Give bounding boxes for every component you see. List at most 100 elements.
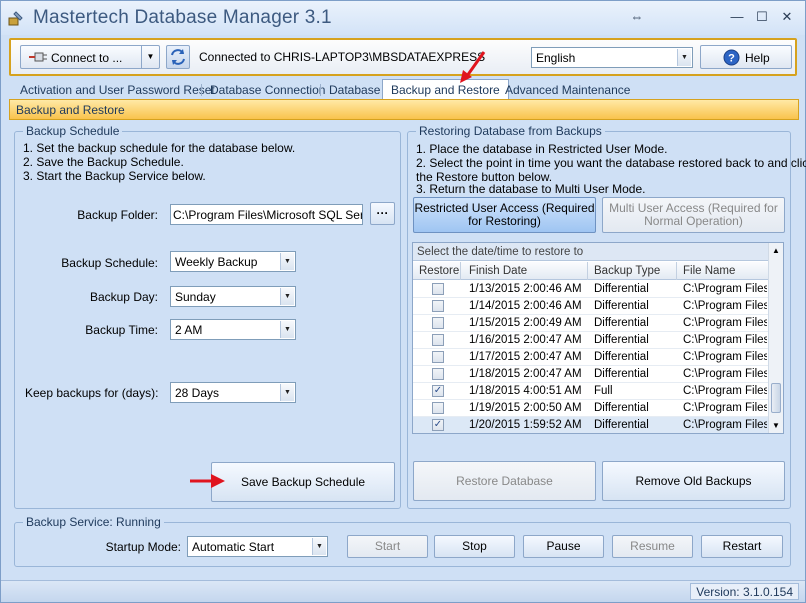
backup-service-title: Backup Service: Running [23, 515, 164, 529]
pause-button[interactable]: Pause [523, 535, 604, 558]
column-backup-type[interactable]: Backup Type [594, 265, 660, 277]
tab-database[interactable]: Database [329, 81, 380, 99]
instruction-line: 3. Start the Backup Service below. [23, 169, 206, 183]
table-row[interactable]: ✓ 1/18/2015 4:00:51 AM Full C:\Program File… [413, 383, 769, 400]
help-button[interactable]: ? Help [700, 45, 792, 69]
restore-instruction: 2. Select the point in time you want the… [416, 156, 806, 170]
annotation-arrow-icon [460, 51, 486, 83]
restore-checkbox[interactable] [432, 368, 444, 380]
section-title: Backup and Restore [16, 103, 125, 117]
multi-user-access-button[interactable]: Multi User Access (Required for Normal O… [602, 197, 785, 233]
keep-backups-select[interactable]: 28 Days ▼ [170, 382, 296, 403]
start-button[interactable]: Start [347, 535, 428, 558]
maximize-button[interactable]: ☐ [752, 8, 772, 26]
restore-checkbox[interactable] [432, 334, 444, 346]
tab-advanced-maintenance[interactable]: Advanced Maintenance [505, 81, 630, 99]
finish-date-cell: 1/15/2015 2:00:49 AM [469, 317, 582, 329]
remove-old-backups-button[interactable]: Remove Old Backups [602, 461, 785, 501]
chevron-down-icon[interactable]: ▼ [280, 288, 294, 305]
instruction-line: 2. Save the Backup Schedule. [23, 155, 184, 169]
backup-schedule-group: Backup Schedule 1. Set the backup schedu… [14, 124, 401, 509]
file-name-cell: C:\Program Files\ [683, 402, 767, 414]
column-file-name[interactable]: File Name [683, 265, 735, 277]
backup-schedule-label: Backup Schedule: [61, 256, 158, 270]
restore-checkbox[interactable] [432, 317, 444, 329]
chevron-down-icon[interactable]: ▼ [280, 321, 294, 338]
finish-date-cell: 1/19/2015 2:00:50 AM [469, 402, 582, 414]
backup-time-value: 2 AM [175, 323, 203, 337]
scroll-thumb[interactable] [771, 383, 781, 413]
refresh-icon [171, 49, 185, 65]
file-name-cell: C:\Program Files\ [683, 317, 767, 329]
refresh-button[interactable] [166, 45, 190, 69]
backup-type-cell: Differential [594, 283, 649, 295]
restore-title: Restoring Database from Backups [416, 124, 605, 138]
save-backup-schedule-button[interactable]: Save Backup Schedule [211, 462, 395, 502]
backup-type-cell: Differential [594, 419, 649, 431]
backup-schedule-select[interactable]: Weekly Backup ▼ [170, 251, 296, 272]
grid-scrollbar[interactable]: ▲ ▼ [768, 243, 783, 433]
connection-status: Connected to CHRIS-LAPTOP3\MBSDATAEXPRES… [199, 50, 486, 64]
chevron-down-icon[interactable]: ▼ [677, 49, 691, 66]
backup-type-cell: Differential [594, 402, 649, 414]
tab-backup-restore[interactable]: Backup and Restore [382, 79, 509, 99]
restore-checkbox[interactable] [432, 402, 444, 414]
backup-folder-label: Backup Folder: [77, 208, 158, 222]
restore-checkbox[interactable]: ✓ [432, 419, 444, 431]
backup-time-select[interactable]: 2 AM ▼ [170, 319, 296, 340]
startup-mode-select[interactable]: Automatic Start ▼ [187, 536, 328, 557]
window-title: Mastertech Database Manager 3.1 [33, 7, 332, 28]
chevron-down-icon[interactable]: ▼ [280, 384, 294, 401]
restore-database-button[interactable]: Restore Database [413, 461, 596, 501]
table-row[interactable]: 1/14/2015 2:00:46 AM Differential C:\Progr… [413, 298, 769, 315]
resize-icon[interactable]: ⇔ [627, 8, 647, 26]
language-select[interactable]: English ▼ [531, 47, 693, 68]
app-icon [8, 11, 23, 26]
scroll-down-icon[interactable]: ▼ [772, 421, 780, 430]
grid-group-header: Select the date/time to restore to [413, 243, 769, 261]
table-row[interactable]: 1/15/2015 2:00:49 AM Differential C:\Progr… [413, 315, 769, 332]
finish-date-cell: 1/18/2015 2:00:47 AM [469, 368, 582, 380]
column-restore[interactable]: Restore [419, 265, 459, 277]
tab-separator [320, 84, 321, 96]
restricted-user-access-button[interactable]: Restricted User Access (Required for Res… [413, 197, 596, 233]
restore-points-grid[interactable]: Select the date/time to restore to Resto… [412, 242, 784, 434]
title-bar: Mastertech Database Manager 3.1 ⇔ — ☐ ✕ [1, 1, 805, 35]
restore-checkbox[interactable] [432, 351, 444, 363]
backup-folder-input[interactable]: C:\Program Files\Microsoft SQL Server\ [170, 204, 363, 225]
browse-button[interactable]: ··· [370, 202, 395, 225]
connect-button[interactable]: Connect to ... ▼ [20, 45, 160, 69]
restore-checkbox[interactable] [432, 300, 444, 312]
restore-checkbox[interactable] [432, 283, 444, 295]
minimize-button[interactable]: — [727, 8, 747, 26]
backup-type-cell: Full [594, 385, 613, 397]
table-row[interactable]: 1/13/2015 2:00:46 AM Differential C:\Progr… [413, 281, 769, 298]
startup-mode-value: Automatic Start [192, 540, 275, 554]
backup-schedule-title: Backup Schedule [23, 124, 123, 138]
toolbar: Connect to ... ▼ Connected to CHRIS-LAPT… [9, 38, 797, 76]
backup-type-cell: Differential [594, 351, 649, 363]
restart-button[interactable]: Restart [701, 535, 783, 558]
chevron-down-icon[interactable]: ▼ [280, 253, 294, 270]
chevron-down-icon[interactable]: ▼ [312, 538, 326, 555]
restore-checkbox[interactable]: ✓ [432, 385, 444, 397]
table-row[interactable]: 1/18/2015 2:00:47 AM Differential C:\Progr… [413, 366, 769, 383]
close-button[interactable]: ✕ [777, 8, 797, 26]
backup-type-cell: Differential [594, 334, 649, 346]
backup-day-select[interactable]: Sunday ▼ [170, 286, 296, 307]
scroll-up-icon[interactable]: ▲ [772, 246, 780, 255]
table-row[interactable]: 1/19/2015 2:00:50 AM Differential C:\Progr… [413, 400, 769, 417]
column-separator [587, 262, 588, 280]
column-finish-date[interactable]: Finish Date [469, 265, 527, 277]
backup-type-cell: Differential [594, 368, 649, 380]
chevron-down-icon[interactable]: ▼ [141, 46, 159, 68]
table-row[interactable]: 1/16/2015 2:00:47 AM Differential C:\Progr… [413, 332, 769, 349]
finish-date-cell: 1/14/2015 2:00:46 AM [469, 300, 582, 312]
stop-button[interactable]: Stop [434, 535, 515, 558]
tab-database-connection[interactable]: Database Connection [210, 81, 325, 99]
table-row[interactable]: ✓ 1/20/2015 1:59:52 AM Differential C:\Prog… [413, 417, 769, 433]
file-name-cell: C:\Program Files\ [683, 351, 767, 363]
table-row[interactable]: 1/17/2015 2:00:47 AM Differential C:\Progr… [413, 349, 769, 366]
resume-button[interactable]: Resume [612, 535, 693, 558]
tab-activation[interactable]: Activation and User Password Reset [20, 81, 215, 99]
